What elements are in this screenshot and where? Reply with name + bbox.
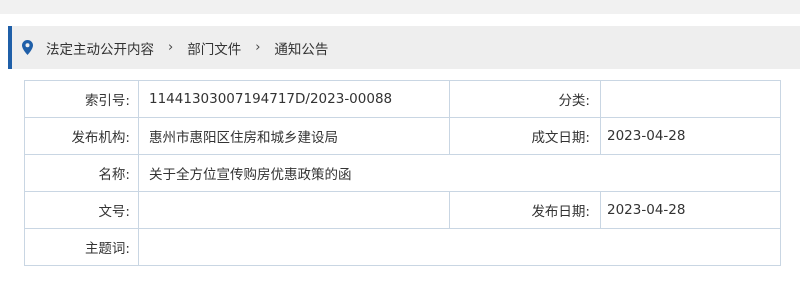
breadcrumb-separator: › <box>255 40 261 55</box>
name-label: 名称: <box>24 154 139 192</box>
breadcrumb: 法定主动公开内容 › 部门文件 › 通知公告 <box>8 26 800 69</box>
name-value: 关于全方位宣传购房优惠政策的函 <box>138 154 781 192</box>
breadcrumb-link-public-content[interactable]: 法定主动公开内容 <box>46 38 154 58</box>
publisher-label: 发布机构: <box>24 117 139 155</box>
category-value <box>600 80 781 118</box>
index-value: 11441303007194717D/2023-00088 <box>138 80 450 118</box>
doc-number-value <box>138 191 450 229</box>
publish-date-label: 发布日期: <box>449 191 601 229</box>
written-date-label: 成文日期: <box>449 117 601 155</box>
document-info-table: 索引号: 11441303007194717D/2023-00088 分类: 发… <box>24 80 781 266</box>
keywords-value <box>138 228 781 266</box>
breadcrumb-link-dept-files[interactable]: 部门文件 <box>187 38 241 58</box>
breadcrumb-link-notices[interactable]: 通知公告 <box>274 38 328 58</box>
category-label: 分类: <box>449 80 601 118</box>
publisher-value: 惠州市惠阳区住房和城乡建设局 <box>138 117 450 155</box>
table-row: 发布机构: 惠州市惠阳区住房和城乡建设局 成文日期: 2023-04-28 <box>24 117 781 155</box>
table-row: 文号: 发布日期: 2023-04-28 <box>24 191 781 229</box>
written-date-value: 2023-04-28 <box>600 117 781 155</box>
index-label: 索引号: <box>24 80 139 118</box>
top-band <box>0 0 800 14</box>
keywords-label: 主题词: <box>24 228 139 266</box>
publish-date-value: 2023-04-28 <box>600 191 781 229</box>
table-row: 索引号: 11441303007194717D/2023-00088 分类: <box>24 80 781 118</box>
location-pin-icon <box>22 40 34 56</box>
breadcrumb-separator: › <box>168 40 174 55</box>
doc-number-label: 文号: <box>24 191 139 229</box>
table-row: 主题词: <box>24 228 781 266</box>
table-row: 名称: 关于全方位宣传购房优惠政策的函 <box>24 154 781 192</box>
